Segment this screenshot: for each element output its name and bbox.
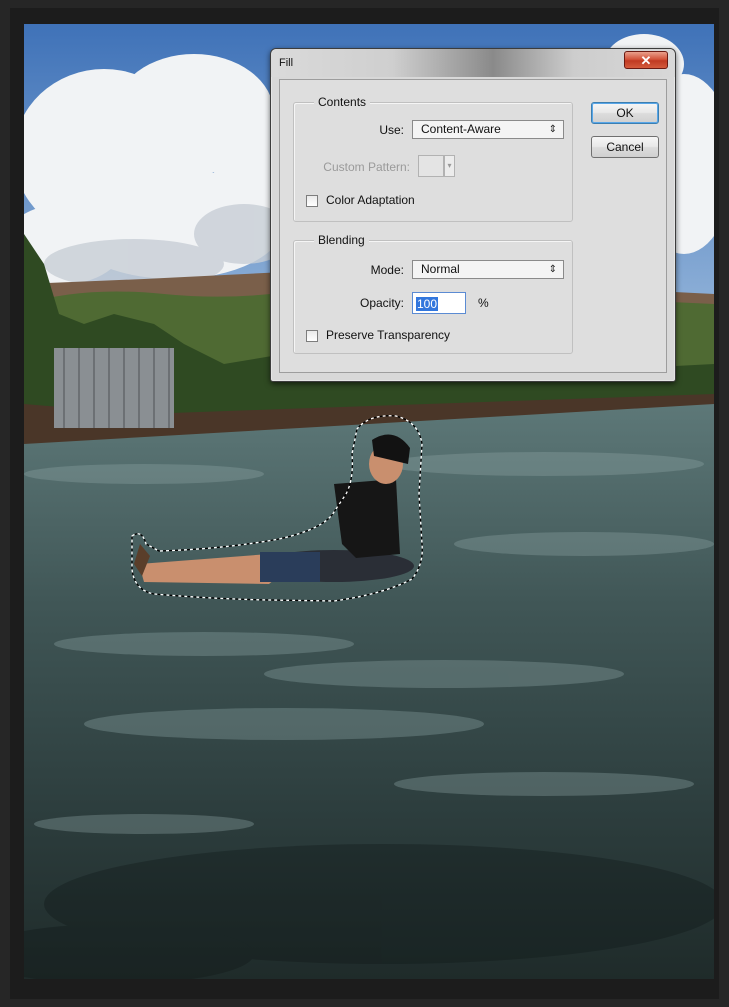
opacity-input[interactable]: 100 [412, 292, 466, 314]
color-adaptation-checkbox[interactable] [306, 195, 318, 207]
dialog-titlebar[interactable]: Fill ✕ [271, 49, 675, 77]
use-label: Use: [379, 123, 404, 137]
mode-select-value: Normal [421, 262, 460, 276]
use-select-value: Content-Aware [421, 122, 501, 136]
use-select[interactable]: Content-Aware ⇕ [412, 120, 564, 139]
mode-label: Mode: [370, 263, 404, 277]
contents-group-label: Contents [314, 95, 371, 109]
custom-pattern-swatch [418, 155, 444, 177]
preserve-transparency-label: Preserve Transparency [326, 328, 451, 342]
opacity-value: 100 [416, 297, 439, 311]
opacity-unit: % [478, 296, 489, 310]
select-arrow-icon: ⇕ [548, 124, 557, 135]
color-adaptation-label: Color Adaptation [326, 193, 415, 207]
dialog-body: Contents Use: Content-Aware ⇕ Custom Pat… [279, 79, 667, 373]
custom-pattern-dropdown: ▾ [444, 155, 455, 177]
ok-button[interactable]: OK [591, 102, 659, 124]
close-button[interactable]: ✕ [624, 51, 668, 69]
custom-pattern-label: Custom Pattern: [323, 160, 410, 174]
fill-dialog: Fill ✕ Contents Use: Content-Aware ⇕ Cus… [270, 48, 676, 382]
cancel-button[interactable]: Cancel [591, 136, 659, 158]
opacity-label: Opacity: [359, 296, 404, 310]
blending-group-label: Blending [314, 233, 369, 247]
preserve-transparency-checkbox[interactable] [306, 330, 318, 342]
dialog-title: Fill [279, 57, 294, 69]
close-icon: ✕ [640, 53, 652, 68]
blending-group: Blending Mode: Normal ⇕ Opacity: 100 % P… [293, 233, 573, 354]
mode-select[interactable]: Normal ⇕ [412, 260, 564, 279]
select-arrow-icon: ⇕ [548, 264, 557, 275]
contents-group: Contents Use: Content-Aware ⇕ Custom Pat… [293, 95, 573, 222]
